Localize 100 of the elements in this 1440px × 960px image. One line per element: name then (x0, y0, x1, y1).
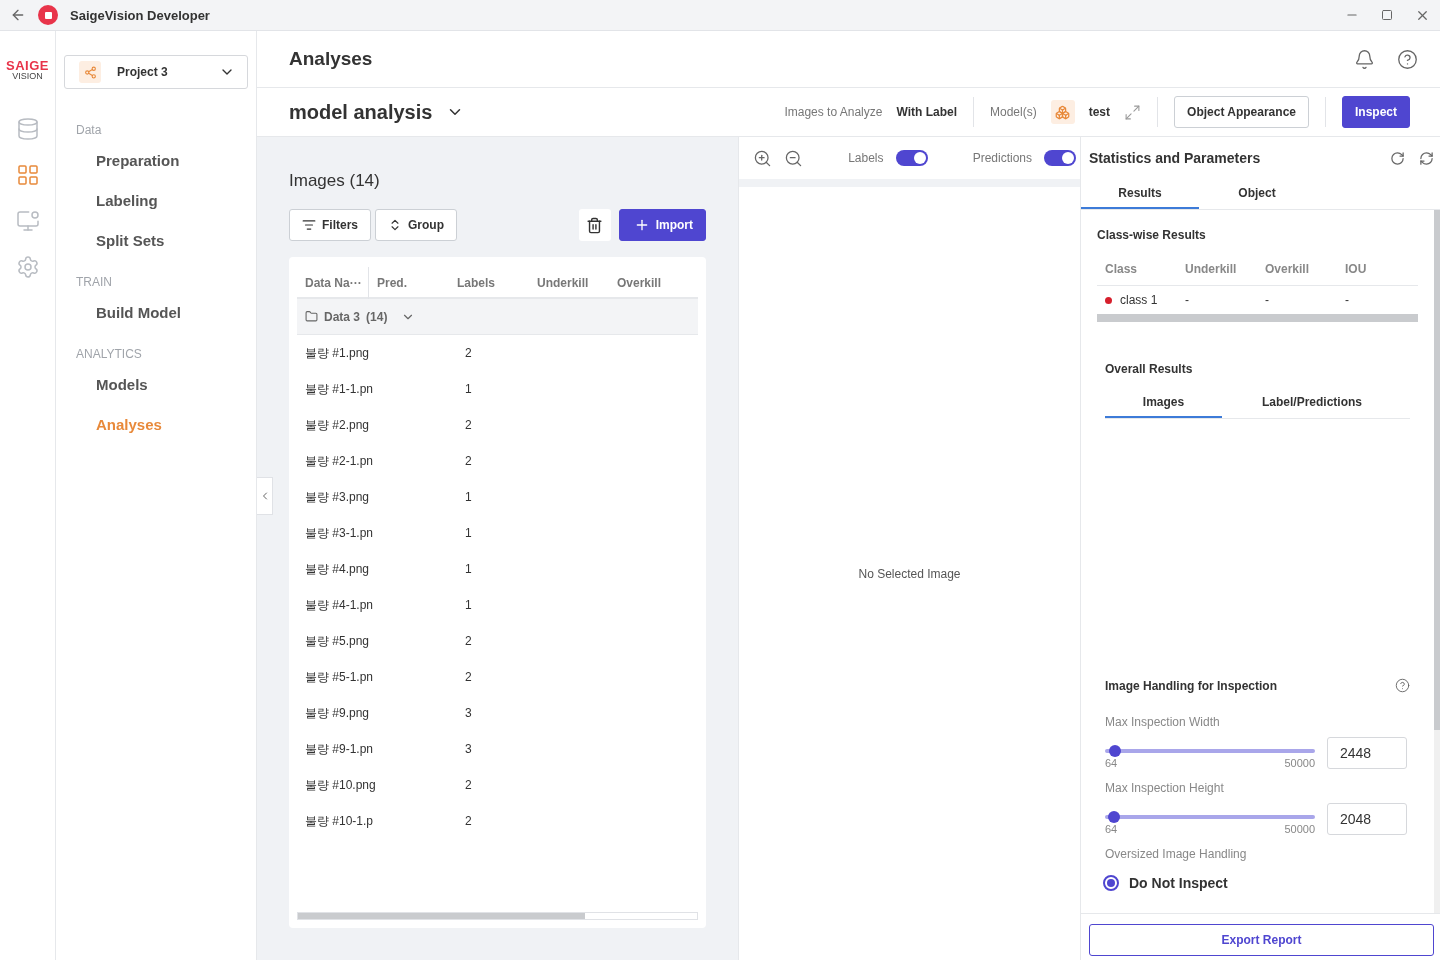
cubes-icon (1050, 100, 1075, 124)
nav-item[interactable]: Models (64, 373, 248, 413)
field-label: Model(s) (990, 105, 1037, 119)
table-cell-text: 불량 #4-1.pn (304, 596, 375, 614)
table-cell-text: 2 (464, 670, 473, 684)
radio-button[interactable] (1103, 875, 1119, 891)
table-cell-text: 불량 #3-1.pn (304, 524, 375, 542)
share-icon (79, 61, 101, 83)
toggle-label: Predictions (972, 151, 1032, 165)
table-cell-text: 2 (464, 778, 473, 792)
group-row[interactable]: Data 3 (14) (297, 299, 698, 335)
field-label: Oversized Image Handling (1105, 847, 1248, 861)
filters-button[interactable]: Filters (289, 209, 371, 241)
tab[interactable]: Images (1105, 388, 1222, 418)
toggle-switch[interactable] (1044, 150, 1076, 166)
nav-item[interactable]: Build Model (64, 301, 248, 341)
column-header: IOU (1344, 261, 1368, 276)
maximize-icon[interactable] (1381, 9, 1393, 21)
window-title: SaigeVision Developer (70, 7, 211, 23)
export-button[interactable]: Export Report (1089, 924, 1434, 956)
help-icon[interactable] (1397, 48, 1418, 70)
reload-icon[interactable] (1390, 150, 1405, 166)
group-count: (14) (366, 309, 388, 324)
section-title: Image Handling for Inspection (1105, 678, 1277, 693)
empty-message: No Selected Image (858, 566, 961, 581)
column-header[interactable]: Pred. (369, 276, 449, 290)
field-label: Images to Analyze (784, 105, 883, 119)
table-cell-text: 불량 #1-1.pn (304, 380, 375, 398)
slider-thumb[interactable] (1109, 745, 1122, 757)
field-value: With Label (896, 105, 957, 119)
table-cell-text: 불량 #1.png (304, 344, 371, 362)
table-cell-text: 불량 #10.png (304, 776, 377, 794)
table-cell-text: 2 (464, 418, 473, 432)
table-cell-text: 3 (464, 742, 473, 756)
number-field[interactable]: 2048 (1327, 803, 1407, 835)
tab[interactable]: Results (1081, 179, 1199, 209)
back-icon[interactable] (10, 7, 26, 23)
zoom-in-icon[interactable] (753, 148, 772, 168)
table-cell-text: 불량 #2-1.pn (304, 452, 375, 470)
radio-option[interactable]: Do Not Inspect (1103, 875, 1410, 891)
tab[interactable]: Label/Predictions (1222, 388, 1402, 418)
slider-thumb[interactable] (1107, 811, 1120, 823)
group-name: Data 3 (324, 309, 361, 324)
field-label: Max Inspection Height (1105, 781, 1225, 795)
column-header[interactable]: Labels (449, 276, 529, 290)
expand-icon[interactable] (1124, 103, 1142, 121)
table-cell-text: 2 (464, 814, 473, 828)
column-header: Underkill (1184, 261, 1238, 276)
table-cell-text: 1 (464, 490, 473, 504)
table-cell-text: - (1184, 293, 1190, 307)
slider-min: 64 (1105, 823, 1118, 835)
tab[interactable]: Object (1199, 179, 1315, 209)
table-cell-text: 불량 #5-1.pn (304, 668, 375, 686)
table-cell-text: 1 (464, 382, 473, 396)
table-cell-text: 2 (464, 634, 473, 648)
column-header[interactable]: Overkill (609, 276, 689, 290)
column-header: Overkill (1264, 261, 1311, 276)
nav-item[interactable]: Preparation (64, 149, 248, 189)
slider-min: 64 (1105, 757, 1118, 769)
field-label: Max Inspection Width (1105, 715, 1221, 729)
toggle-switch[interactable] (895, 150, 928, 166)
table-cell-text: - (1344, 293, 1350, 307)
table-cell-text: 불량 #3.png (304, 488, 371, 506)
slider-max: 50000 (1284, 823, 1315, 835)
section-title: TRAIN (75, 275, 113, 289)
table-cell-text: 불량 #9-1.pn (304, 740, 375, 758)
table-cell-text: 2 (464, 346, 473, 360)
zoom-out-icon[interactable] (784, 148, 803, 168)
analysis-select[interactable]: model analysis (289, 100, 465, 124)
group-button[interactable]: Group (375, 209, 457, 241)
section-title: ANALYTICS (75, 347, 143, 361)
table-cell-text: 1 (464, 526, 473, 540)
trash-icon[interactable] (578, 209, 611, 241)
inspect-button[interactable]: Inspect (1342, 96, 1410, 128)
table-cell: class 1 (1120, 293, 1158, 307)
number-field[interactable]: 2448 (1327, 737, 1407, 769)
section-title: Data (75, 123, 103, 137)
appearance-button[interactable]: Object Appearance (1174, 96, 1309, 128)
refresh-icon[interactable] (1419, 150, 1434, 166)
import-button[interactable]: Import (618, 209, 706, 241)
section-title: Overall Results (1105, 362, 1194, 376)
table-cell-text: - (1264, 293, 1270, 307)
column-header: Class (1104, 261, 1139, 276)
table-cell-text: 1 (464, 598, 473, 612)
table-cell-text: 불량 #4.png (304, 560, 371, 578)
section-title: Class-wise Results (1097, 228, 1207, 242)
nav-item[interactable]: Labeling (64, 189, 248, 229)
model-name: test (1088, 105, 1111, 119)
nav-item[interactable]: Split Sets (64, 229, 248, 269)
project-select[interactable]: Project 3 (64, 55, 248, 89)
panel-title: Statistics and Parameters (1089, 150, 1262, 166)
table-cell-text: 1 (464, 562, 473, 576)
bell-icon[interactable] (1354, 48, 1375, 70)
app-logo-icon (38, 5, 58, 25)
slider-max: 50000 (1284, 757, 1315, 769)
column-header[interactable]: Underkill (529, 276, 609, 290)
logo-text: VISION (12, 72, 43, 81)
table-cell-text: 불량 #9.png (304, 704, 371, 722)
help-icon[interactable] (1395, 678, 1410, 693)
table-cell-text: 불량 #5.png (304, 632, 371, 650)
